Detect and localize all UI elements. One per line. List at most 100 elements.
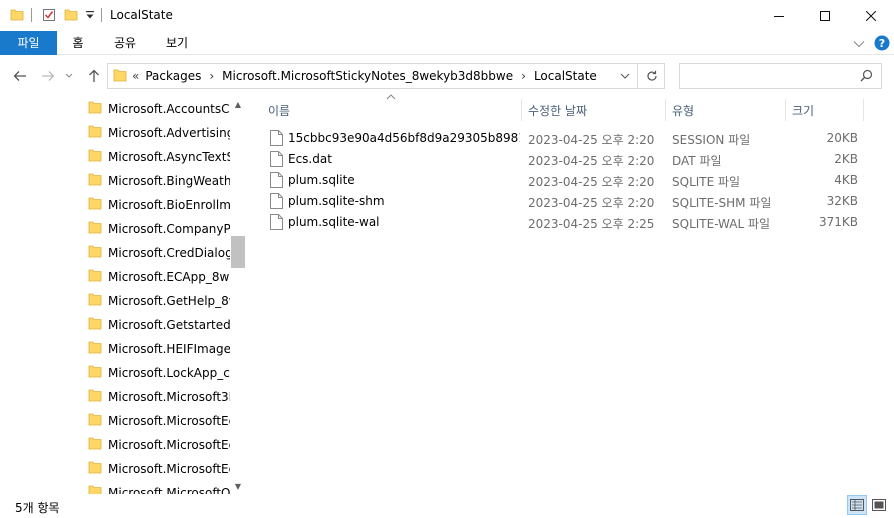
forward-button[interactable] — [38, 66, 58, 86]
column-header-type[interactable]: 유형 — [672, 99, 784, 121]
item-count: 5개 항목 — [15, 501, 60, 515]
nav-folder-item[interactable]: Microsoft.BingWeather_8wekyb3d8bbwe — [88, 169, 230, 193]
nav-folder-item[interactable]: Microsoft.MicrosoftEdge_8wekyb3d8bbwe — [88, 409, 230, 433]
ribbon: 파일 홈 공유 보기 ? — [0, 31, 894, 55]
breadcrumb-overflow[interactable]: « — [132, 69, 139, 83]
minimize-icon — [774, 15, 784, 17]
file-size: 32KB — [826, 194, 858, 208]
folder-icon — [88, 196, 102, 214]
scrollbar-thumb[interactable] — [231, 236, 245, 268]
up-arrow-icon — [89, 69, 99, 82]
tab-home[interactable]: 홈 — [64, 31, 92, 55]
address-dropdown-button[interactable] — [613, 64, 637, 88]
tab-view[interactable]: 보기 — [160, 31, 194, 55]
nav-folder-item[interactable]: Microsoft.Microsoft3DViewer_8wekyb3d8bbw… — [88, 385, 230, 409]
column-header-date-label: 수정한 날짜 — [528, 103, 588, 118]
search-icon[interactable] — [860, 69, 873, 85]
minimize-button[interactable] — [756, 0, 802, 31]
back-button[interactable] — [10, 66, 30, 86]
nav-scrollbar[interactable]: ▲ ▼ — [230, 96, 246, 494]
file-row[interactable]: Ecs.dat 2023-04-25 오후 2:20 DAT 파일 2KB — [264, 149, 864, 170]
breadcrumb-localstate[interactable]: LocalState — [534, 69, 597, 83]
nav-folder-item[interactable]: Microsoft.CredDialogHost_cw5n1h2txyewy — [88, 241, 230, 265]
details-view-button[interactable] — [847, 495, 867, 515]
close-button[interactable] — [848, 0, 894, 31]
status-bar: 5개 항목 — [0, 494, 894, 518]
file-date: 2023-04-25 오후 2:20 — [528, 154, 655, 168]
scroll-up-icon[interactable]: ▲ — [230, 96, 246, 112]
column-divider[interactable] — [665, 99, 666, 121]
nav-folder-item[interactable]: Microsoft.ECApp_8wekyb3d8bbwe — [88, 265, 230, 289]
chevron-down-icon — [65, 73, 73, 78]
customize-toolbar-icon[interactable] — [85, 9, 95, 24]
chevron-down-icon — [620, 73, 630, 79]
new-folder-icon[interactable] — [64, 8, 78, 25]
nav-folder-item[interactable]: Microsoft.Getstarted_8wekyb3d8bbwe — [88, 313, 230, 337]
folder-icon — [88, 220, 102, 238]
help-icon[interactable]: ? — [874, 35, 890, 54]
title-bar: LocalState — [0, 0, 894, 31]
address-bar[interactable]: « Packages › Microsoft.MicrosoftStickyNo… — [107, 63, 665, 89]
nav-folder-label: Microsoft.MicrosoftEdge.Stable_8wekyb3d8… — [108, 462, 230, 476]
column-divider[interactable] — [785, 99, 786, 121]
file-icon — [270, 130, 283, 149]
properties-icon[interactable] — [42, 8, 56, 25]
nav-folder-item[interactable]: Microsoft.BioEnrollment_cw5n1h2txyewy — [88, 193, 230, 217]
file-icon — [270, 151, 283, 170]
nav-folder-item[interactable]: Microsoft.MicrosoftEdgeDevToolsClient_8w… — [88, 433, 230, 457]
column-header-date[interactable]: 수정한 날짜 — [528, 99, 664, 121]
file-row[interactable]: 15cbbc93e90a4d56bf8d9a29305b8981... 2023-… — [264, 128, 864, 149]
column-divider[interactable] — [863, 99, 864, 121]
folder-icon — [88, 364, 102, 382]
breadcrumb-separator-icon[interactable]: › — [209, 69, 214, 83]
nav-folder-item[interactable]: Microsoft.Advertising.Xaml_8wekyb3d8bbwe — [88, 121, 230, 145]
tab-share[interactable]: 공유 — [108, 31, 142, 55]
refresh-button[interactable] — [637, 64, 665, 88]
folder-icon — [88, 340, 102, 358]
folder-icon — [88, 172, 102, 190]
large-icons-view-icon — [872, 499, 886, 511]
large-icons-view-button[interactable] — [869, 495, 889, 515]
window-title: LocalState — [110, 8, 173, 22]
nav-folder-item[interactable]: Microsoft.HEIFImageExtension_8wekyb3d8bb… — [88, 337, 230, 361]
nav-folder-item[interactable]: Microsoft.AccountsControl_cw5n1h2txyewy — [88, 97, 230, 121]
folder-icon[interactable] — [10, 8, 24, 25]
maximize-button[interactable] — [802, 0, 848, 31]
file-row[interactable]: plum.sqlite-wal 2023-04-25 오후 2:25 SQLITE-… — [264, 212, 864, 233]
folder-icon — [88, 460, 102, 478]
column-header-size[interactable]: 크기 — [792, 99, 862, 121]
breadcrumb-separator-icon[interactable]: › — [521, 69, 526, 83]
file-row[interactable]: plum.sqlite 2023-04-25 오후 2:20 SQLITE 파일 4K… — [264, 170, 864, 191]
nav-folder-item[interactable]: Microsoft.AsyncTextService_8wekyb3d8bbwe — [88, 145, 230, 169]
search-input[interactable] — [684, 67, 854, 85]
folder-icon — [88, 100, 102, 118]
recent-locations-button[interactable] — [63, 66, 75, 86]
tab-file[interactable]: 파일 — [0, 31, 57, 55]
column-divider[interactable] — [521, 99, 522, 121]
up-button[interactable] — [84, 66, 104, 86]
file-date: 2023-04-25 오후 2:20 — [528, 133, 655, 147]
file-row[interactable]: plum.sqlite-shm 2023-04-25 오후 2:20 SQLITE-… — [264, 191, 864, 212]
folder-icon — [88, 244, 102, 262]
search-box[interactable] — [679, 63, 882, 89]
nav-folder-item[interactable]: Microsoft.LockApp_cw5n1h2txyewy — [88, 361, 230, 385]
nav-folder-label: Microsoft.Microsoft3DViewer_8wekyb3d8bbw… — [108, 390, 230, 404]
nav-folder-label: Microsoft.BingWeather_8wekyb3d8bbwe — [108, 174, 230, 188]
breadcrumb-stickynotes[interactable]: Microsoft.MicrosoftStickyNotes_8wekyb3d8… — [222, 69, 513, 83]
breadcrumb-packages[interactable]: Packages — [145, 69, 201, 83]
expand-ribbon-icon[interactable] — [853, 37, 865, 51]
nav-folder-item[interactable]: Microsoft.MicrosoftEdge.Stable_8wekyb3d8… — [88, 457, 230, 481]
back-arrow-icon — [13, 71, 26, 81]
scroll-down-icon[interactable]: ▼ — [230, 478, 246, 494]
nav-folder-label: Microsoft.Advertising.Xaml_8wekyb3d8bbwe — [108, 126, 230, 140]
column-header-size-label: 크기 — [792, 103, 815, 118]
file-type: DAT 파일 — [672, 154, 722, 168]
file-type: SQLITE 파일 — [672, 175, 741, 189]
svg-text:?: ? — [879, 37, 885, 50]
column-header-name[interactable]: 이름 — [268, 99, 520, 121]
file-name: Ecs.dat — [288, 152, 332, 166]
nav-folder-item[interactable]: Microsoft.MicrosoftOfficeHub_8wekyb3d8bb… — [88, 481, 230, 494]
nav-folder-item[interactable]: Microsoft.CompanyPortal_8wekyb3d8bbwe — [88, 217, 230, 241]
file-icon — [270, 214, 283, 233]
nav-folder-item[interactable]: Microsoft.GetHelp_8wekyb3d8bbwe — [88, 289, 230, 313]
